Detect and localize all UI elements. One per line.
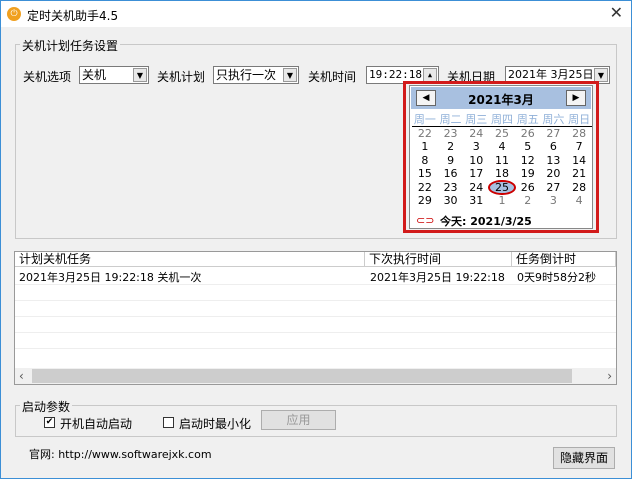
plan-select[interactable]: 只执行一次 ▼: [213, 66, 299, 84]
calendar-day[interactable]: 14: [566, 154, 592, 168]
time-label: 关机时间: [308, 70, 357, 84]
apply-button[interactable]: 应用: [261, 410, 336, 430]
plan-label: 关机计划: [157, 70, 206, 84]
calendar-day[interactable]: 3: [541, 194, 567, 208]
main-window: ⏻ 定时关机助手4.5 ✕ 关机计划任务设置 关机选项 关机 ▼ 关机计划 只执行…: [0, 0, 632, 479]
time-value: 19:22:18: [369, 68, 422, 81]
group-title: 关机计划任务设置: [20, 37, 121, 54]
weekday-header: 周日: [566, 113, 592, 127]
calendar-day[interactable]: 26: [515, 127, 541, 141]
autostart-checkbox[interactable]: ✔: [44, 417, 55, 428]
chevron-down-icon: ▼: [133, 68, 147, 82]
calendar-day[interactable]: 9: [438, 154, 464, 168]
minimize-checkbox[interactable]: [163, 417, 174, 428]
calendar-day[interactable]: 12: [515, 154, 541, 168]
calendar-day[interactable]: 29: [412, 194, 438, 208]
task-cell[interactable]: 2021年3月25日 19:22:18 关机一次: [15, 269, 201, 285]
calendar-grid: 周一 周二 周三 周四 周五 周六 周日 22 23 24 25 26 27 28 1 2 3 4 5 6 7 8 9 10 1…: [412, 113, 592, 208]
weekday-header: 周一: [412, 113, 438, 127]
autostart-label: 开机自动启动: [60, 417, 133, 431]
row-divider: [15, 348, 616, 349]
weekday-header: 周六: [540, 113, 567, 127]
spinner-icon[interactable]: ▲: [423, 68, 437, 82]
scroll-right-icon[interactable]: ›: [607, 369, 612, 383]
calendar-day[interactable]: 5: [515, 140, 541, 154]
calendar-day[interactable]: 17: [463, 167, 489, 181]
option-value: 关机: [82, 68, 107, 82]
row-divider: [15, 300, 616, 301]
calendar-day[interactable]: 22: [412, 127, 438, 141]
close-icon[interactable]: ✕: [610, 3, 623, 22]
today-link[interactable]: 今天: 2021/3/25: [440, 213, 532, 229]
calendar-day[interactable]: 4: [489, 140, 515, 154]
calendar-day[interactable]: 25: [488, 179, 516, 195]
row-divider: [15, 316, 616, 317]
calendar-day[interactable]: 2: [438, 140, 464, 154]
calendar-day[interactable]: 25: [489, 127, 515, 141]
calendar-day[interactable]: 24: [463, 127, 489, 141]
row-divider: [15, 284, 616, 285]
calendar-popup: ◀ 2021年3月 ▶ 周一 周二 周三 周四 周五 周六 周日 22 23 24 25 26 27 28…: [409, 85, 593, 229]
calendar-day[interactable]: 22: [412, 181, 438, 195]
column-header-countdown[interactable]: 任务倒计时: [512, 252, 616, 267]
title-bar: ⏻ 定时关机助手4.5 ✕: [1, 1, 631, 27]
next-month-button[interactable]: ▶: [566, 90, 586, 106]
column-header-next-time[interactable]: 下次执行时间: [365, 252, 512, 267]
weekday-header: 周五: [514, 113, 541, 127]
calendar-day[interactable]: 11: [489, 154, 515, 168]
calendar-day[interactable]: 28: [566, 181, 592, 195]
website-text: 官网: http://www.softwarejxk.com: [29, 448, 212, 461]
calendar-day[interactable]: 31: [463, 194, 489, 208]
calendar-day[interactable]: 13: [541, 154, 567, 168]
plan-value: 只执行一次: [216, 68, 277, 82]
calendar-header: ◀ 2021年3月 ▶: [411, 87, 591, 109]
chevron-down-icon: ▼: [283, 68, 297, 82]
calendar-day[interactable]: 23: [438, 127, 464, 141]
option-label: 关机选项: [23, 70, 72, 84]
calendar-day[interactable]: 16: [438, 167, 464, 181]
countdown-cell[interactable]: 0天9时58分2秒: [513, 269, 596, 285]
calendar-day[interactable]: 26: [515, 181, 541, 195]
calendar-day[interactable]: 7: [566, 140, 592, 154]
chevron-down-icon: ▼: [594, 68, 608, 82]
weekday-header: 周二: [437, 113, 464, 127]
group-title: 启动参数: [20, 398, 73, 415]
weekday-header: 周三: [463, 113, 490, 127]
shutdown-option-select[interactable]: 关机 ▼: [79, 66, 149, 84]
column-header-task[interactable]: 计划关机任务: [15, 252, 365, 267]
window-title: 定时关机助手4.5: [27, 9, 119, 23]
calendar-day[interactable]: 30: [438, 194, 464, 208]
power-icon: ⏻: [7, 7, 21, 21]
weekday-header: 周四: [489, 113, 515, 127]
task-list[interactable]: 计划关机任务 下次执行时间 任务倒计时 2021年3月25日 19:22:18 …: [14, 251, 617, 385]
calendar-day[interactable]: 3: [463, 140, 489, 154]
scroll-left-icon[interactable]: ‹: [19, 369, 24, 383]
calendar-day[interactable]: 19: [515, 167, 541, 181]
calendar-day[interactable]: 20: [541, 167, 567, 181]
minimize-label: 启动时最小化: [179, 417, 252, 431]
calendar-day[interactable]: 6: [541, 140, 567, 154]
date-value: 2021年 3月25日: [508, 68, 594, 81]
calendar-day[interactable]: 1: [412, 140, 438, 154]
next-time-cell[interactable]: 2021年3月25日 19:22:18: [366, 269, 505, 285]
scrollbar-thumb[interactable]: [32, 369, 572, 383]
horizontal-scrollbar[interactable]: ‹ ›: [15, 368, 616, 384]
calendar-day[interactable]: 27: [541, 127, 567, 141]
calendar-day[interactable]: 15: [412, 167, 438, 181]
calendar-day[interactable]: 28: [566, 127, 592, 141]
calendar-day[interactable]: 4: [566, 194, 592, 208]
today-marker-icon: ⊂⊃: [416, 214, 435, 227]
calendar-day[interactable]: 1: [489, 194, 515, 208]
calendar-day[interactable]: 8: [412, 154, 438, 168]
calendar-day[interactable]: 24: [463, 181, 489, 195]
calendar-day[interactable]: 18: [489, 167, 515, 181]
hide-window-button[interactable]: 隐藏界面: [553, 447, 615, 469]
calendar-day[interactable]: 23: [438, 181, 464, 195]
calendar-day[interactable]: 27: [541, 181, 567, 195]
calendar-day[interactable]: 10: [463, 154, 489, 168]
calendar-day[interactable]: 21: [566, 167, 592, 181]
row-divider: [15, 332, 616, 333]
calendar-day[interactable]: 2: [515, 194, 541, 208]
calendar-month-title: 2021年3月: [468, 93, 534, 107]
